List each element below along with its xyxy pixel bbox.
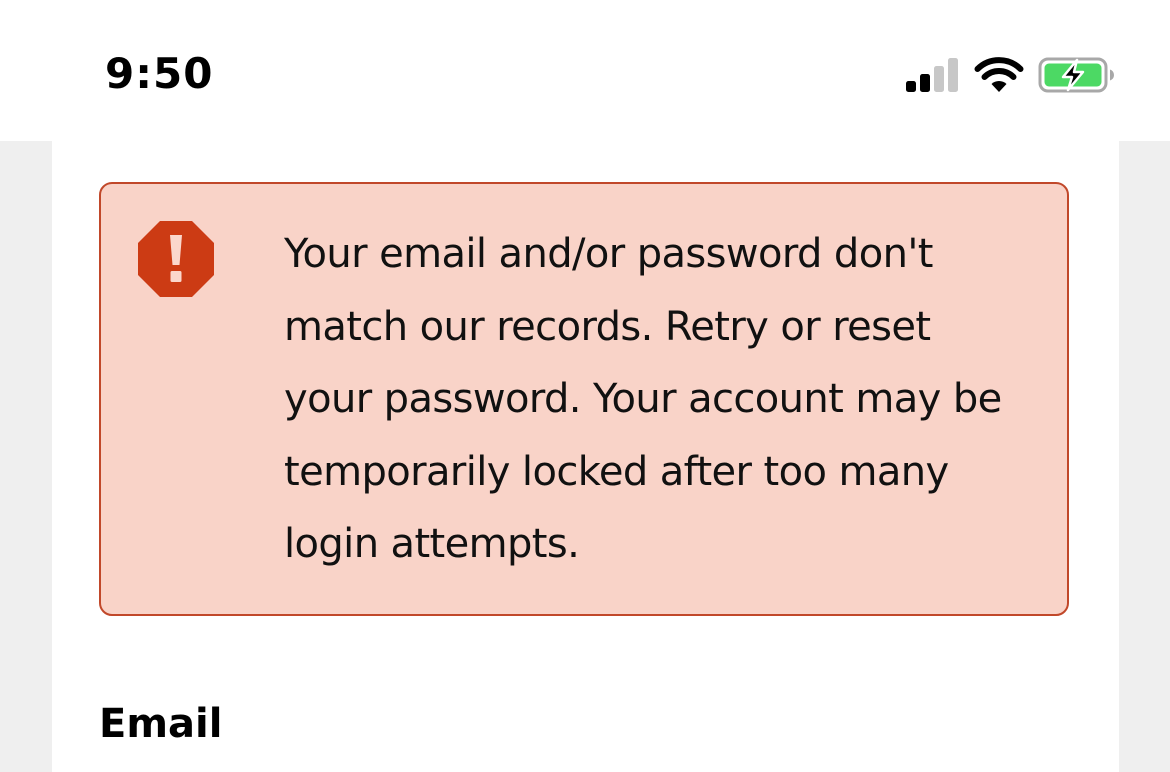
wifi-icon: [974, 57, 1024, 92]
page-background: Your email and/or password don't match o…: [0, 141, 1170, 772]
email-field-label: Email: [99, 701, 223, 747]
error-octagon-icon: [138, 221, 214, 297]
status-time: 9:50: [105, 49, 214, 98]
login-form-card: Your email and/or password don't match o…: [52, 141, 1119, 772]
login-error-alert: Your email and/or password don't match o…: [99, 182, 1069, 616]
battery-charging-icon: [1038, 57, 1114, 93]
cellular-signal-icon: [906, 58, 958, 92]
status-bar: 9:50: [0, 0, 1170, 141]
alert-message: Your email and/or password don't match o…: [284, 231, 1002, 567]
